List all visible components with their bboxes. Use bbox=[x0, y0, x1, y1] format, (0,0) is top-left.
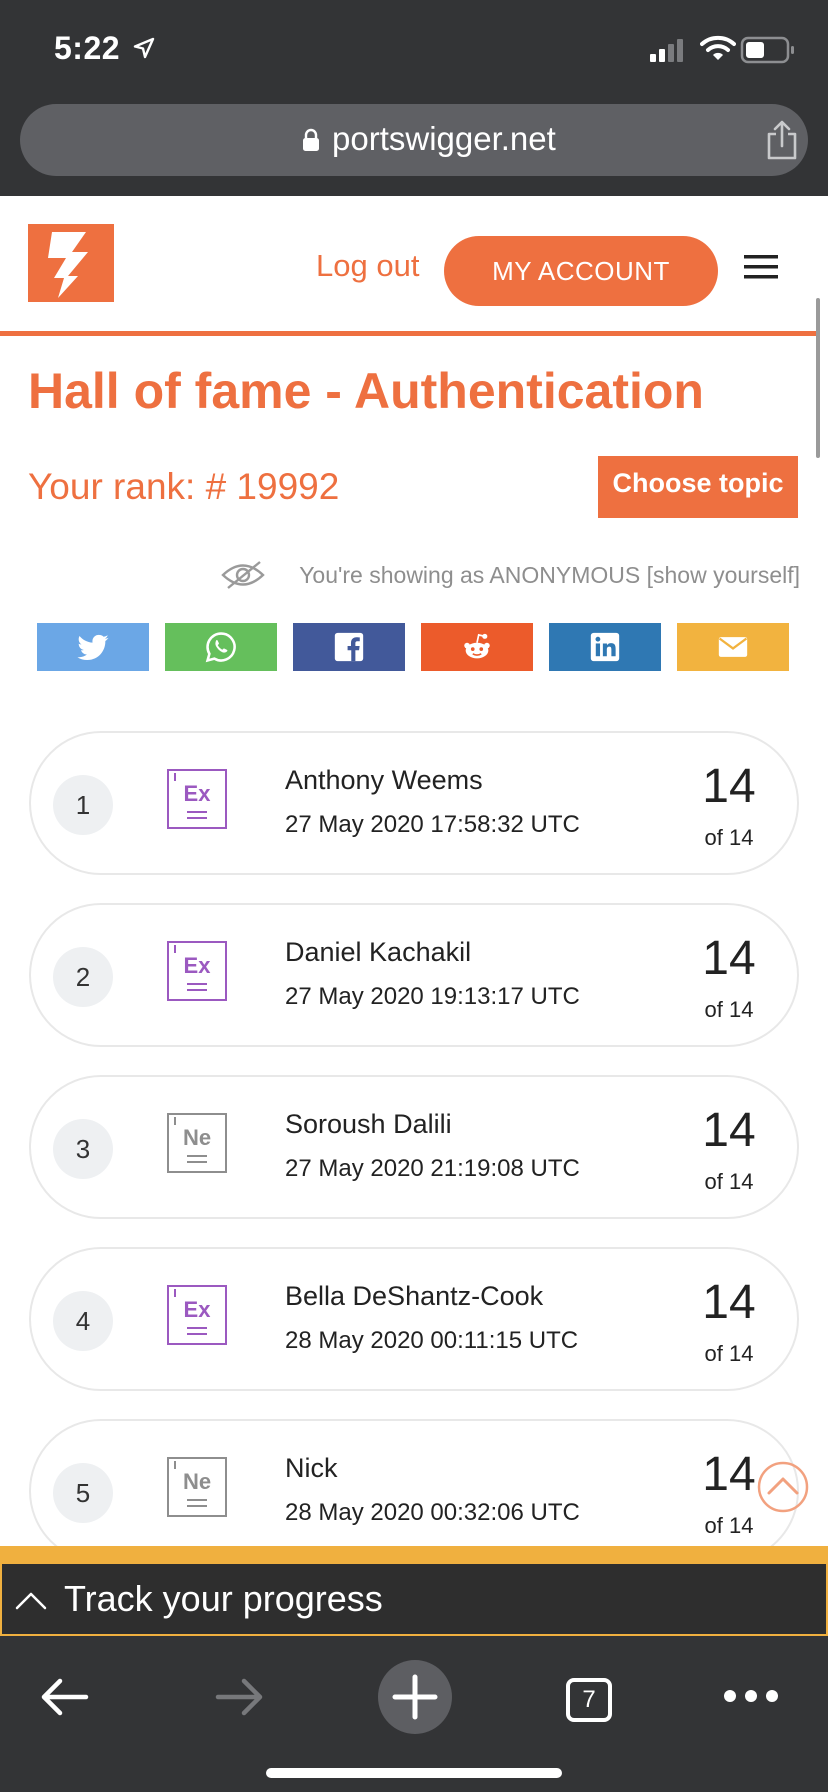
rank-number: 1 bbox=[53, 775, 113, 835]
address-bar[interactable]: portswigger.net bbox=[20, 104, 808, 176]
level-badge-icon: Ex bbox=[167, 1285, 227, 1345]
eye-slash-icon bbox=[221, 561, 265, 589]
rank-number: 3 bbox=[53, 1119, 113, 1179]
leaderboard-row: 2 Ex Daniel Kachakil 27 May 2020 19:13:1… bbox=[29, 903, 799, 1047]
lock-icon bbox=[303, 128, 319, 151]
completion-date: 27 May 2020 19:13:17 UTC bbox=[285, 983, 580, 1010]
user-rank: Your rank: # 19992 bbox=[28, 466, 340, 507]
portswigger-logo[interactable] bbox=[28, 224, 114, 302]
share-facebook-button[interactable] bbox=[293, 623, 405, 671]
score-total: of 14 bbox=[704, 1513, 754, 1538]
status-bar: 5:22 bbox=[0, 0, 828, 96]
wifi-icon bbox=[700, 35, 736, 60]
url-text: portswigger.net bbox=[332, 120, 556, 157]
leaderboard-row: 5 Ne Nick 28 May 2020 00:32:06 UTC 14 of… bbox=[29, 1419, 799, 1563]
score-total: of 14 bbox=[704, 1169, 754, 1194]
site-header: Log out MY ACCOUNT bbox=[0, 196, 820, 336]
share-icon[interactable] bbox=[764, 120, 800, 160]
email-icon bbox=[718, 637, 748, 657]
rank-number: 5 bbox=[53, 1463, 113, 1523]
facebook-icon bbox=[334, 632, 364, 662]
scroll-to-top-icon[interactable] bbox=[756, 1460, 810, 1514]
completion-date: 27 May 2020 17:58:32 UTC bbox=[285, 811, 580, 838]
cellular-signal-icon bbox=[650, 39, 683, 62]
track-progress-label: Track your progress bbox=[64, 1578, 383, 1619]
share-buttons bbox=[37, 623, 791, 671]
home-indicator[interactable] bbox=[266, 1768, 562, 1778]
back-arrow-icon[interactable] bbox=[38, 1676, 90, 1718]
logout-link[interactable]: Log out bbox=[316, 248, 419, 284]
battery-icon bbox=[740, 36, 794, 64]
twitter-icon bbox=[77, 634, 109, 661]
tabs-button[interactable]: 7 bbox=[566, 1678, 612, 1722]
my-account-button[interactable]: MY ACCOUNT bbox=[444, 236, 718, 306]
user-name[interactable]: Anthony Weems bbox=[285, 765, 483, 796]
new-tab-button[interactable] bbox=[378, 1660, 452, 1734]
user-name[interactable]: Nick bbox=[285, 1453, 338, 1484]
hamburger-menu-icon[interactable] bbox=[744, 254, 778, 280]
browser-toolbar: 7 bbox=[0, 1636, 828, 1792]
score-total: of 14 bbox=[704, 1341, 754, 1366]
location-arrow-icon bbox=[133, 37, 155, 59]
rank-number: 2 bbox=[53, 947, 113, 1007]
level-badge-icon: Ex bbox=[167, 769, 227, 829]
score-total: of 14 bbox=[704, 997, 754, 1022]
level-badge-icon: Ne bbox=[167, 1113, 227, 1173]
choose-topic-button[interactable]: Choose topic bbox=[598, 456, 798, 518]
anonymous-status-text[interactable]: You're showing as ANONYMOUS [show yourse… bbox=[299, 562, 800, 589]
plus-icon bbox=[392, 1674, 438, 1720]
status-time: 5:22 bbox=[54, 30, 121, 66]
completion-date: 27 May 2020 21:19:08 UTC bbox=[285, 1155, 580, 1182]
rank-number: 4 bbox=[53, 1291, 113, 1351]
track-progress-bar[interactable]: Track your progress bbox=[0, 1546, 828, 1636]
leaderboard-row: 1 Ex Anthony Weems 27 May 2020 17:58:32 … bbox=[29, 731, 799, 875]
more-options-icon[interactable] bbox=[722, 1688, 780, 1704]
user-name[interactable]: Bella DeShantz-Cook bbox=[285, 1281, 543, 1312]
completion-date: 28 May 2020 00:32:06 UTC bbox=[285, 1499, 580, 1526]
score: 14 bbox=[702, 1276, 756, 1329]
score: 14 bbox=[702, 932, 756, 985]
share-reddit-button[interactable] bbox=[421, 623, 533, 671]
leaderboard-row: 3 Ne Soroush Dalili 27 May 2020 21:19:08… bbox=[29, 1075, 799, 1219]
linkedin-icon bbox=[590, 632, 620, 662]
page-title: Hall of fame - Authentication bbox=[28, 363, 704, 419]
completion-date: 28 May 2020 00:11:15 UTC bbox=[285, 1327, 579, 1354]
whatsapp-icon bbox=[205, 632, 236, 663]
score: 14 bbox=[702, 1104, 756, 1157]
user-name[interactable]: Daniel Kachakil bbox=[285, 937, 471, 968]
score-total: of 14 bbox=[704, 825, 754, 850]
share-linkedin-button[interactable] bbox=[549, 623, 661, 671]
scrollbar-thumb[interactable] bbox=[816, 298, 820, 458]
track-progress-panel: Track your progress bbox=[2, 1564, 826, 1634]
share-email-button[interactable] bbox=[677, 623, 789, 671]
leaderboard-row: 4 Ex Bella DeShantz-Cook 28 May 2020 00:… bbox=[29, 1247, 799, 1391]
share-twitter-button[interactable] bbox=[37, 623, 149, 671]
user-name[interactable]: Soroush Dalili bbox=[285, 1109, 452, 1140]
score: 14 bbox=[702, 760, 756, 813]
level-badge-icon: Ex bbox=[167, 941, 227, 1001]
visibility-row: You're showing as ANONYMOUS [show yourse… bbox=[0, 558, 800, 592]
chevron-up-icon bbox=[15, 1592, 47, 1610]
reddit-icon bbox=[464, 633, 490, 659]
share-whatsapp-button[interactable] bbox=[165, 623, 277, 671]
forward-arrow-icon[interactable] bbox=[214, 1676, 266, 1718]
browser-address-area: portswigger.net bbox=[0, 96, 828, 196]
level-badge-icon: Ne bbox=[167, 1457, 227, 1517]
